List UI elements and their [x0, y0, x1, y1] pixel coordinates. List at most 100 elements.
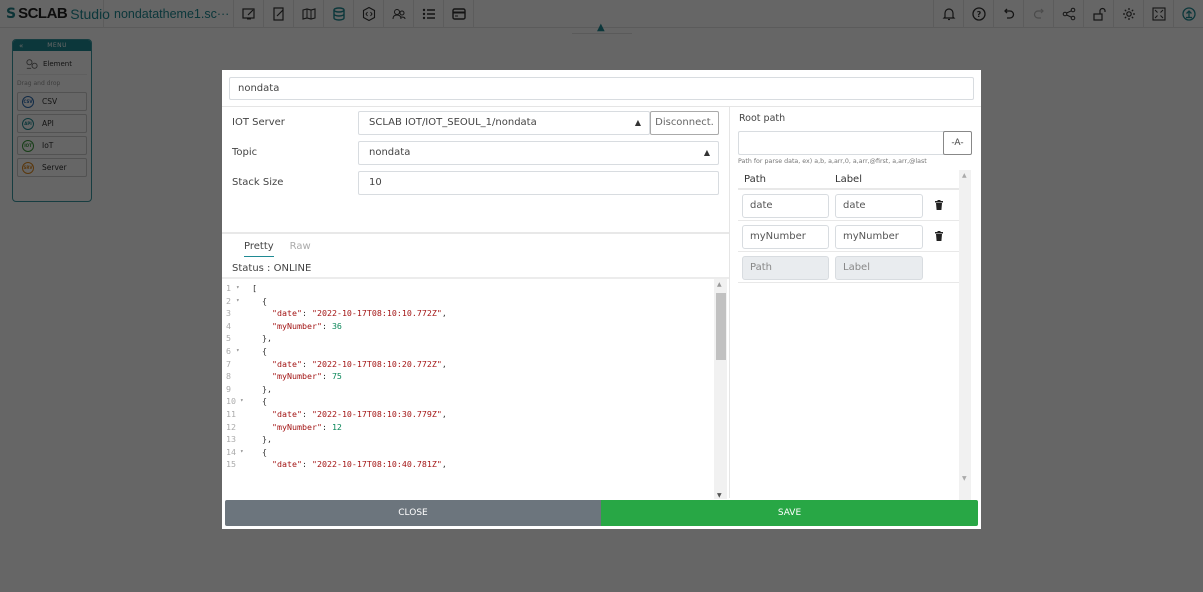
code-text: [ — [252, 283, 257, 293]
fold-toggle-icon[interactable]: ▾ — [240, 448, 244, 455]
code-line: 11 "date": "2022-10-17T08:10:30.779Z", — [222, 409, 712, 422]
code-line: 1 ▾[ — [222, 283, 712, 296]
topic-select[interactable]: nondata ▲︎ — [358, 141, 719, 165]
tab-pretty[interactable]: Pretty — [244, 241, 274, 257]
line-number: 5 — [226, 333, 231, 344]
modal-footer: CLOSE SAVE — [225, 500, 978, 526]
line-number: 3 — [226, 308, 231, 319]
mapping-row: myNumber myNumber — [738, 221, 959, 252]
close-button[interactable]: CLOSE — [225, 500, 601, 526]
json-preview-editor[interactable]: 1 ▾[2 ▾ {3 "date": "2022-10-17T08:10:10.77… — [222, 277, 729, 499]
code-line: 3 "date": "2022-10-17T08:10:10.772Z", — [222, 308, 712, 321]
trash-icon[interactable] — [935, 231, 943, 241]
fold-toggle-icon[interactable]: ▾ — [236, 297, 240, 304]
field-mapping-table: Path Label date date myNumber myNumber P… — [738, 170, 959, 500]
col-path-header: Path — [744, 174, 766, 185]
root-path-hint: Path for parse data, ex) a,b, a,arr,0, a… — [738, 158, 927, 165]
code-line: 10 ▾ { — [222, 396, 712, 409]
line-number: 15 — [226, 459, 236, 470]
new-label-input[interactable]: Label — [835, 256, 923, 280]
topic-row: Topic nondata ▲︎ — [222, 141, 729, 166]
code-line: 9 }, — [222, 384, 712, 397]
line-number: 13 — [226, 434, 236, 445]
scroll-up-icon[interactable]: ▲ — [717, 281, 722, 288]
line-number: 11 — [226, 409, 236, 419]
root-path-input[interactable] — [738, 131, 944, 155]
mapping-row: date date — [738, 190, 959, 221]
code-line: 4 "myNumber": 36 — [222, 321, 712, 334]
line-number: 8 — [226, 371, 231, 382]
mapping-scrollbar[interactable]: ▲ ▼ — [959, 170, 971, 500]
trash-icon[interactable] — [935, 200, 943, 210]
code-text: }, — [252, 333, 272, 344]
code-text: { — [252, 295, 267, 306]
line-number: 7 — [226, 358, 231, 369]
line-number: 10 — [226, 396, 236, 407]
mapping-pane: Root path -A- Path for parse data, ex) a… — [729, 106, 981, 500]
connection-pane: IOT Server SCLAB IOT/IOT_SEOUL_1/nondata… — [222, 106, 729, 499]
label-input[interactable]: date — [835, 194, 923, 218]
code-text: "date": "2022-10-17T08:10:20.772Z", — [271, 358, 447, 369]
code-line: 2 ▾ { — [222, 296, 712, 309]
select-caret-icon: ▲︎ — [703, 148, 710, 157]
connection-status: Status : ONLINE — [232, 263, 312, 274]
code-text: { — [252, 346, 267, 356]
code-text: { — [252, 396, 267, 407]
code-line: 6 ▾ { — [222, 346, 712, 359]
topic-value: nondata — [369, 147, 411, 158]
iot-server-row: IOT Server SCLAB IOT/IOT_SEOUL_1/nondata… — [222, 111, 729, 136]
code-text: }, — [252, 383, 272, 394]
stack-size-row: Stack Size 10 — [222, 171, 729, 196]
iot-server-label: IOT Server — [232, 117, 285, 128]
line-number: 12 — [226, 421, 236, 432]
label-input[interactable]: myNumber — [835, 225, 923, 249]
tab-raw[interactable]: Raw — [290, 241, 311, 257]
stack-size-label: Stack Size — [232, 177, 284, 188]
fold-toggle-icon[interactable]: ▾ — [236, 347, 240, 354]
code-text: }, — [252, 434, 272, 445]
line-number: 4 — [226, 320, 231, 331]
fold-toggle-icon[interactable]: ▾ — [236, 284, 240, 291]
stack-size-input[interactable]: 10 — [358, 171, 719, 195]
root-path-label: Root path — [739, 113, 786, 124]
code-text: "date": "2022-10-17T08:10:30.779Z", — [271, 409, 447, 419]
col-label-header: Label — [835, 174, 862, 185]
fold-toggle-icon[interactable]: ▾ — [240, 397, 244, 404]
line-number: 9 — [226, 383, 231, 394]
scroll-down-icon[interactable]: ▼ — [717, 492, 722, 499]
code-text: "myNumber": 75 — [271, 371, 342, 382]
topic-label: Topic — [232, 147, 258, 158]
root-path-parse-button[interactable]: -A- — [943, 131, 972, 155]
path-input[interactable]: date — [742, 194, 829, 218]
new-path-input[interactable]: Path — [742, 256, 829, 280]
code-line: 5 }, — [222, 333, 712, 346]
scroll-up-icon[interactable]: ▲ — [962, 172, 967, 179]
mapping-table-header: Path Label — [738, 170, 959, 190]
code-text: "myNumber": 12 — [271, 421, 342, 432]
code-text: { — [252, 446, 267, 457]
path-input[interactable]: myNumber — [742, 225, 829, 249]
datasource-name-input[interactable]: nondata — [229, 77, 974, 100]
select-caret-icon: ▲︎ — [634, 118, 641, 127]
iot-server-value: SCLAB IOT/IOT_SEOUL_1/nondata — [369, 117, 537, 128]
code-line: 13 }, — [222, 434, 712, 447]
editor-scroll-thumb[interactable] — [716, 293, 726, 360]
iot-data-source-modal: nondata IOT Server SCLAB IOT/IOT_SEOUL_1… — [222, 70, 981, 529]
code-text: "date": "2022-10-17T08:10:40.781Z", — [271, 459, 447, 470]
editor-scrollbar[interactable]: ▲ ▼ — [714, 279, 727, 499]
view-tabs: Pretty Raw — [244, 241, 311, 257]
save-button[interactable]: SAVE — [601, 500, 978, 526]
code-line: 7 "date": "2022-10-17T08:10:20.772Z", — [222, 359, 712, 372]
code-text: "myNumber": 36 — [271, 320, 342, 331]
code-line: 8 "myNumber": 75 — [222, 371, 712, 384]
scroll-down-icon[interactable]: ▼ — [962, 475, 967, 482]
code-line: 14 ▾ { — [222, 447, 712, 460]
disconnect-button[interactable]: Disconnect. — [650, 111, 719, 135]
code-line: 15 "date": "2022-10-17T08:10:40.781Z", — [222, 459, 712, 472]
iot-server-select[interactable]: SCLAB IOT/IOT_SEOUL_1/nondata ▲︎ — [358, 111, 650, 135]
code-line: 12 "myNumber": 12 — [222, 422, 712, 435]
new-mapping-row: Path Label — [738, 252, 959, 283]
code-text: "date": "2022-10-17T08:10:10.772Z", — [271, 308, 447, 319]
line-number: 14 — [226, 446, 236, 457]
section-divider — [222, 232, 729, 234]
